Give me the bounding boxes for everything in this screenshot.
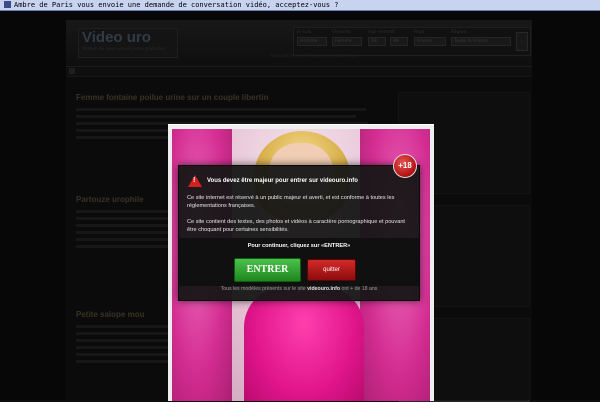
footer-prefix: Tous les modèles présents sur le site [220,286,306,292]
quit-button[interactable]: quitter [307,259,356,281]
notification-icon [4,1,11,8]
adult-18-badge: +18 [393,154,417,178]
notification-text: Ambre de Paris vous envoie une demande d… [14,1,339,9]
dialog-title: Vous devez être majeur pour entrer sur v… [207,178,358,184]
notification-bar[interactable]: Ambre de Paris vous envoie une demande d… [0,0,600,11]
enter-button[interactable]: ENTRER [234,258,301,282]
footer-site-name[interactable]: videouro.info [307,286,340,292]
dialog-paragraph-1: Ce site internet est réservé à un public… [187,195,395,209]
continue-instruction: Pour continuer, cliquez sur «ENTRER» [247,243,351,249]
warning-icon: ! [188,175,202,187]
dialog-footer: Tous les modèles présents sur le site vi… [179,286,419,292]
footer-suffix: ont + de 18 ans [341,286,378,292]
dialog-paragraph-2: Ce site contient des textes, des photos … [187,219,405,233]
